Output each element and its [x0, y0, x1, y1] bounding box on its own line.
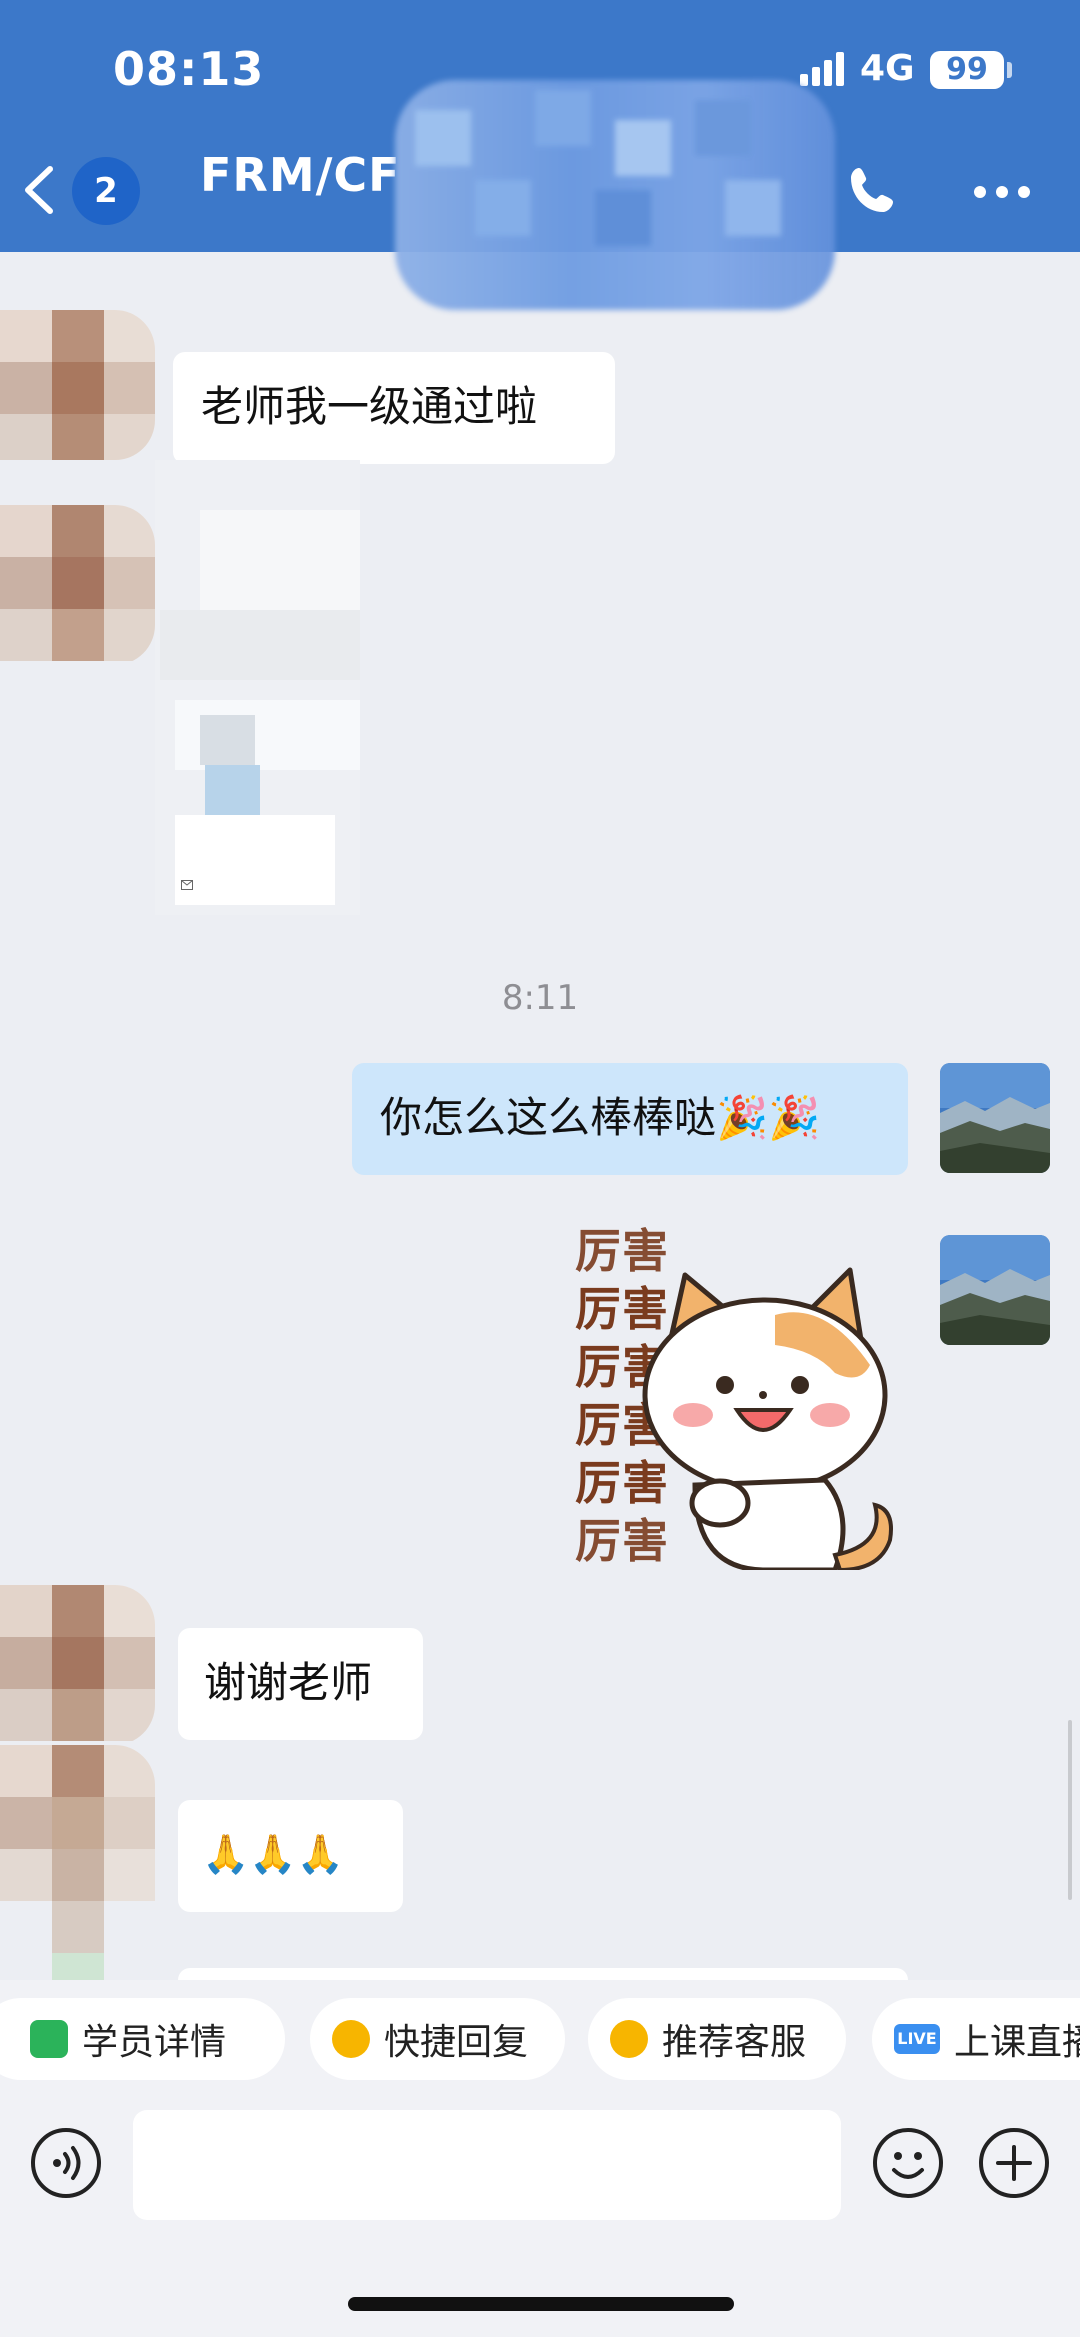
- chip-live-class[interactable]: LIVE 上课直播: [872, 1998, 1080, 2080]
- sticker-message[interactable]: 厉害 厉害 厉害 厉害 厉害 厉害: [575, 1224, 910, 1570]
- chip-recommend-service[interactable]: 推荐客服: [588, 1998, 846, 2080]
- time-divider: 8:11: [501, 978, 579, 1018]
- mail-icon: [181, 880, 193, 890]
- sender-avatar[interactable]: [0, 1585, 155, 1745]
- user-detail-icon: [30, 2020, 68, 2058]
- self-avatar[interactable]: [940, 1063, 1050, 1173]
- cat-sticker-image: [642, 1267, 893, 1570]
- message-text: 谢谢老师: [204, 1658, 373, 1707]
- message-bubble-incoming[interactable]: 谢谢老师: [178, 1628, 423, 1740]
- chat-title: FRM/CF: [200, 148, 401, 202]
- unread-count-badge[interactable]: 2: [72, 157, 140, 225]
- emoji-icon[interactable]: [872, 2127, 944, 2199]
- chip-quick-reply[interactable]: 快捷回复: [310, 1998, 565, 2080]
- message-bubble-outgoing[interactable]: 你怎么这么棒棒哒🎉🎉: [352, 1063, 908, 1175]
- message-text: 🙏🙏🙏: [202, 1832, 344, 1876]
- network-type: 4G: [860, 48, 915, 89]
- phone-icon[interactable]: [845, 162, 901, 218]
- sender-avatar[interactable]: [0, 310, 155, 460]
- more-icon[interactable]: [972, 184, 1032, 200]
- message-input[interactable]: [133, 2110, 841, 2220]
- signal-icon: [800, 52, 844, 86]
- chip-label: 快捷回复: [384, 2022, 529, 2063]
- sender-avatar[interactable]: [0, 505, 155, 665]
- chip-label: 上课直播: [954, 2022, 1080, 2063]
- image-message[interactable]: [155, 460, 360, 915]
- service-icon: [610, 2020, 648, 2058]
- back-chevron-icon[interactable]: [20, 165, 60, 215]
- scrollbar[interactable]: [1068, 1720, 1072, 1900]
- message-bubble-incoming[interactable]: 🙏🙏🙏: [178, 1800, 403, 1912]
- voice-icon[interactable]: [30, 2127, 102, 2199]
- chip-student-details[interactable]: 学员详情: [0, 1998, 285, 2080]
- message-text: 老师我一级通过啦: [201, 382, 538, 431]
- live-icon: LIVE: [894, 2024, 940, 2054]
- battery-tip: [1007, 62, 1012, 78]
- self-avatar[interactable]: [940, 1235, 1050, 1345]
- message-text: 你怎么这么棒棒哒🎉🎉: [380, 1093, 821, 1142]
- home-indicator[interactable]: [348, 2297, 734, 2311]
- landscape-avatar-image: [940, 1235, 1050, 1345]
- chip-label: 学员详情: [82, 2022, 227, 2063]
- title-redaction-blur: [395, 80, 835, 310]
- sender-avatar[interactable]: [0, 1745, 155, 2015]
- quick-reply-icon: [332, 2020, 370, 2058]
- plus-icon[interactable]: [978, 2127, 1050, 2199]
- status-time: 08:13: [113, 42, 265, 96]
- chat-header: 08:13 4G 99 2 FRM/CF: [0, 0, 1080, 310]
- message-bubble-incoming[interactable]: 老师我一级通过啦: [173, 352, 615, 464]
- chip-label: 推荐客服: [662, 2022, 807, 2063]
- landscape-avatar-image: [940, 1063, 1050, 1173]
- battery-level: 99: [930, 51, 1004, 89]
